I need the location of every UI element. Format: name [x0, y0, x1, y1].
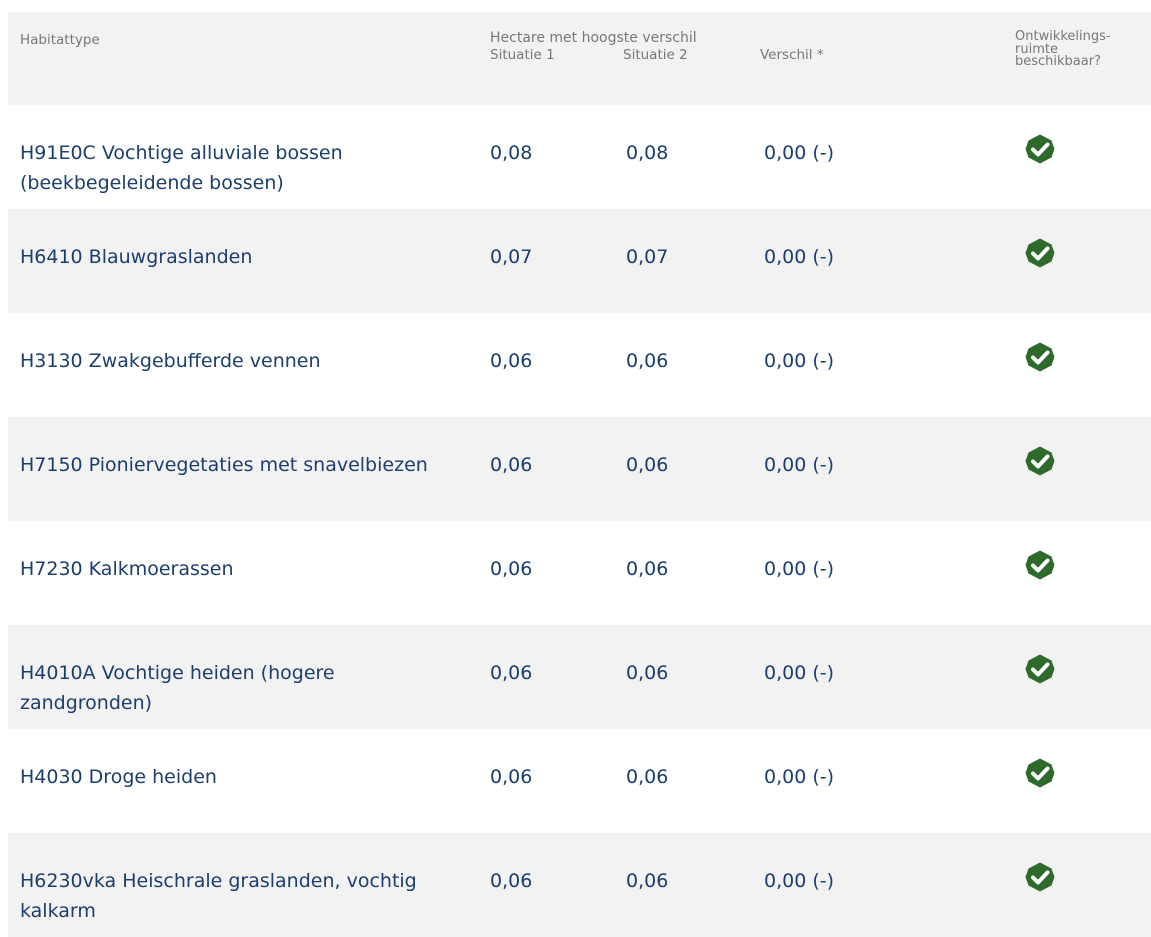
habitat-name: H7150 Pioniervegetaties met snavelbiezen	[20, 454, 428, 476]
check-circle-icon	[1025, 238, 1055, 268]
check-circle-icon	[1025, 758, 1055, 788]
situatie-2-value: 0,06	[626, 766, 669, 788]
situatie-1-value: 0,08	[490, 142, 533, 164]
verschil-value: 0,00 (-)	[764, 246, 835, 268]
check-circle-icon	[1025, 342, 1055, 372]
habitat-name: H4010A Vochtige heiden (hogere zandgrond…	[20, 662, 335, 714]
table-row: H4010A Vochtige heiden (hogere zandgrond…	[8, 625, 1151, 729]
table-row: H91E0C Vochtige alluviale bossen (beekbe…	[8, 105, 1151, 209]
check-circle-icon	[1025, 550, 1055, 580]
habitat-table: Habitattype Hectare met hoogste verschil…	[8, 12, 1151, 937]
verschil-value: 0,00 (-)	[764, 350, 835, 372]
situatie-1-value: 0,06	[490, 454, 533, 476]
header-situatie-1: Situatie 1	[490, 47, 555, 63]
habitat-name: H6410 Blauwgraslanden	[20, 246, 253, 268]
habitat-name: H7230 Kalkmoerassen	[20, 558, 234, 580]
table-row: H3130 Zwakgebufferde vennen 0,06 0,06 0,…	[8, 313, 1151, 417]
situatie-2-value: 0,06	[626, 454, 669, 476]
check-circle-icon	[1025, 654, 1055, 684]
check-circle-icon	[1025, 134, 1055, 164]
check-circle-icon	[1025, 446, 1055, 476]
verschil-value: 0,00 (-)	[764, 454, 835, 476]
table-header: Habitattype Hectare met hoogste verschil…	[8, 12, 1151, 105]
situatie-2-value: 0,06	[626, 558, 669, 580]
header-ontw-line3: beschikbaar?	[1015, 54, 1101, 69]
table-row: H4030 Droge heiden 0,06 0,06 0,00 (-)	[8, 729, 1151, 833]
situatie-2-value: 0,06	[626, 870, 669, 892]
situatie-1-value: 0,06	[490, 766, 533, 788]
table-row: H6230vka Heischrale graslanden, vochtig …	[8, 833, 1151, 937]
verschil-value: 0,00 (-)	[764, 870, 835, 892]
situatie-1-value: 0,06	[490, 662, 533, 684]
situatie-1-value: 0,06	[490, 350, 533, 372]
header-verschil: Verschil *	[760, 47, 824, 63]
check-circle-icon	[1025, 862, 1055, 892]
verschil-value: 0,00 (-)	[764, 662, 835, 684]
habitat-name: H4030 Droge heiden	[20, 766, 217, 788]
situatie-1-value: 0,06	[490, 870, 533, 892]
verschil-value: 0,00 (-)	[764, 142, 835, 164]
situatie-2-value: 0,07	[626, 246, 669, 268]
habitat-name: H3130 Zwakgebufferde vennen	[20, 350, 321, 372]
situatie-1-value: 0,07	[490, 246, 533, 268]
habitat-name: H91E0C Vochtige alluviale bossen (beekbe…	[20, 142, 343, 194]
situatie-2-value: 0,06	[626, 662, 669, 684]
header-hectare-group: Hectare met hoogste verschil	[490, 30, 697, 46]
header-situatie-2: Situatie 2	[623, 47, 688, 63]
table-row: H7150 Pioniervegetaties met snavelbiezen…	[8, 417, 1151, 521]
header-habitattype: Habitattype	[20, 32, 100, 48]
situatie-1-value: 0,06	[490, 558, 533, 580]
situatie-2-value: 0,06	[626, 350, 669, 372]
table-row: H6410 Blauwgraslanden 0,07 0,07 0,00 (-)	[8, 209, 1151, 313]
header-ontwikkelingsruimte: Ontwikkelings- ruimte beschikbaar?	[1015, 30, 1111, 69]
verschil-value: 0,00 (-)	[764, 558, 835, 580]
situatie-2-value: 0,08	[626, 142, 669, 164]
verschil-value: 0,00 (-)	[764, 766, 835, 788]
habitat-name: H6230vka Heischrale graslanden, vochtig …	[20, 870, 417, 922]
table-body: H91E0C Vochtige alluviale bossen (beekbe…	[8, 105, 1151, 937]
table-row: H7230 Kalkmoerassen 0,06 0,06 0,00 (-)	[8, 521, 1151, 625]
